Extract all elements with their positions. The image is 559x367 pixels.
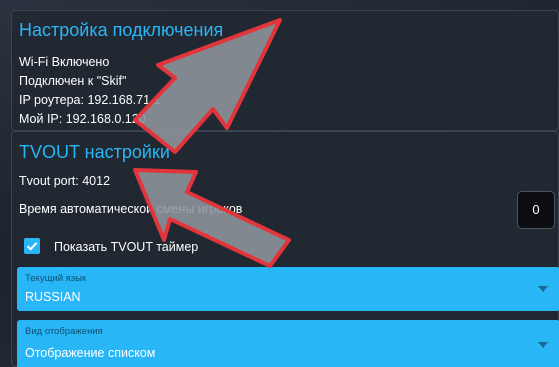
connection-settings-panel: Настройка подключения Wi-Fi Включено Под… xyxy=(11,10,559,131)
my-ip: Мой IP: 192.168.0.120 xyxy=(19,112,146,126)
caret-down-icon xyxy=(538,286,548,292)
settings-screen: Настройка подключения Wi-Fi Включено Под… xyxy=(0,0,559,367)
display-mode-dropdown-value: Отображение списком xyxy=(25,346,156,360)
connected-network: Подключен к "Skif" xyxy=(19,74,127,88)
tvout-settings-title: TVOUT настройки xyxy=(19,142,170,162)
language-dropdown-value: RUSSIAN xyxy=(25,290,81,304)
auto-change-value-input[interactable]: 0 xyxy=(517,191,555,229)
tvout-timer-checkbox[interactable] xyxy=(24,238,40,254)
display-mode-dropdown[interactable]: Вид отображения Отображение списком xyxy=(17,320,559,367)
language-dropdown-label: Текущий язык xyxy=(25,273,87,284)
tvout-settings-panel: TVOUT настройки Tvout port: 4012 Время а… xyxy=(11,131,559,367)
wifi-status: Wi-Fi Включено xyxy=(19,55,110,69)
tvout-port: Tvout port: 4012 xyxy=(19,174,111,188)
auto-change-label: Время автоматической смены игроков xyxy=(19,202,243,216)
connection-settings-title: Настройка подключения xyxy=(19,20,224,40)
tvout-timer-label[interactable]: Показать TVOUT таймер xyxy=(54,240,198,254)
language-dropdown[interactable]: Текущий язык RUSSIAN xyxy=(17,267,559,311)
router-ip: IP роутера: 192.168.71.1 xyxy=(19,93,161,107)
check-icon xyxy=(26,242,38,251)
caret-down-icon xyxy=(538,342,548,348)
display-mode-dropdown-label: Вид отображения xyxy=(25,326,103,337)
